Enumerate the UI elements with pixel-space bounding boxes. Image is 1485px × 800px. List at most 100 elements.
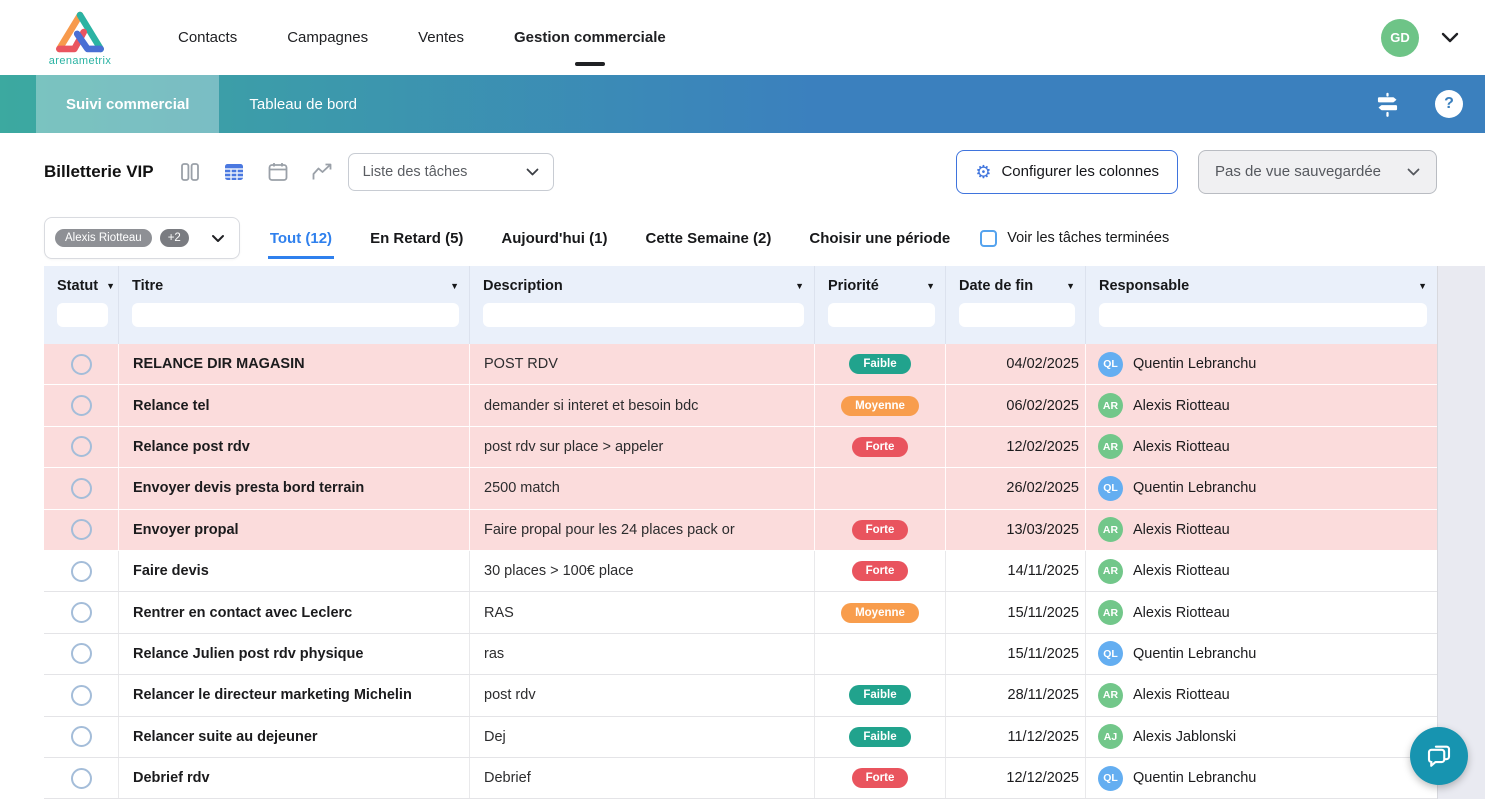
column-filter-responsable[interactable]: [1099, 303, 1427, 327]
column-filter-date-de-fin[interactable]: [959, 303, 1075, 327]
owner-name: Alexis Riotteau: [1133, 605, 1230, 621]
show-completed-toggle[interactable]: Voir les tâches terminées: [980, 230, 1169, 247]
filter-tab-cette-semaine[interactable]: Cette Semaine (2): [643, 222, 773, 259]
sort-caret-icon[interactable]: ▼: [1418, 281, 1427, 291]
saved-view-select[interactable]: Pas de vue sauvegardée: [1198, 150, 1437, 194]
column-label: Description: [483, 278, 563, 294]
task-description: Debrief: [484, 770, 531, 786]
chat-fab-button[interactable]: [1410, 727, 1468, 785]
task-status-radio[interactable]: [71, 478, 92, 499]
column-filter-statut[interactable]: [57, 303, 108, 327]
period-filter-tabs: Tout (12) En Retard (5) Aujourd'hui (1) …: [268, 217, 952, 259]
gear-icon: ⚙: [975, 163, 991, 181]
task-status-radio[interactable]: [71, 395, 92, 416]
filter-tab-aujourdhui[interactable]: Aujourd'hui (1): [499, 222, 609, 259]
table-row[interactable]: Relancer le directeur marketing Michelin…: [44, 675, 1437, 716]
right-gutter: [1437, 266, 1485, 799]
column-label: Responsable: [1099, 278, 1189, 294]
user-avatar[interactable]: GD: [1381, 19, 1419, 57]
nav-item-campagnes[interactable]: Campagnes: [287, 0, 368, 75]
module-sub-nav: Suivi commercial Tableau de bord ?: [0, 75, 1485, 133]
due-date: 13/03/2025: [1006, 522, 1079, 538]
column-filter-titre[interactable]: [132, 303, 459, 327]
nav-item-gestion-commerciale[interactable]: Gestion commerciale: [514, 0, 666, 75]
table-body: RELANCE DIR MAGASIN POST RDV Faible 04/0…: [44, 344, 1437, 799]
filter-tab-en-retard[interactable]: En Retard (5): [368, 222, 465, 259]
assignee-filter[interactable]: Alexis Riotteau +2: [44, 217, 240, 259]
task-status-radio[interactable]: [71, 354, 92, 375]
filter-tab-choisir-periode[interactable]: Choisir une période: [807, 222, 952, 259]
table-row[interactable]: Envoyer devis presta bord terrain 2500 m…: [44, 468, 1437, 509]
task-description: Faire propal pour les 24 places pack or: [484, 522, 735, 538]
assignee-chip[interactable]: Alexis Riotteau: [55, 229, 152, 247]
tab-tableau-de-bord[interactable]: Tableau de bord: [219, 75, 387, 133]
configure-columns-label: Configurer les colonnes: [1001, 163, 1159, 180]
sort-caret-icon[interactable]: ▼: [450, 281, 459, 291]
priority-badge: Forte: [852, 520, 909, 540]
sort-caret-icon[interactable]: ▼: [1066, 281, 1075, 291]
owner-avatar: AR: [1098, 393, 1123, 418]
help-icon[interactable]: ?: [1435, 90, 1463, 118]
task-status-radio[interactable]: [71, 726, 92, 747]
table-row[interactable]: Debrief rdv Debrief Forte 12/12/2025 QL …: [44, 758, 1437, 799]
task-status-radio[interactable]: [71, 436, 92, 457]
owner-avatar: AR: [1098, 434, 1123, 459]
filter-row: Alexis Riotteau +2 Tout (12) En Retard (…: [0, 210, 1485, 266]
nav-item-contacts[interactable]: Contacts: [178, 0, 237, 75]
configure-columns-button[interactable]: ⚙ Configurer les colonnes: [956, 150, 1178, 194]
chart-view-icon[interactable]: [310, 160, 334, 184]
task-title: Envoyer propal: [133, 522, 239, 538]
filter-tab-tout[interactable]: Tout (12): [268, 222, 334, 259]
task-status-radio[interactable]: [71, 768, 92, 789]
column-header-date-de-fin: Date de fin ▼: [946, 266, 1086, 344]
top-bar: arenametrix Contacts Campagnes Ventes Ge…: [0, 0, 1485, 75]
task-title: Rentrer en contact avec Leclerc: [133, 605, 352, 621]
arenametrix-logo[interactable]: arenametrix: [44, 9, 116, 67]
task-title: RELANCE DIR MAGASIN: [133, 356, 305, 372]
chat-bubbles-icon: [1424, 741, 1454, 771]
task-status-radio[interactable]: [71, 602, 92, 623]
signpost-icon[interactable]: [1374, 91, 1401, 118]
owner-avatar: AR: [1098, 683, 1123, 708]
table-row[interactable]: Envoyer propal Faire propal pour les 24 …: [44, 510, 1437, 551]
table-row[interactable]: Relancer suite au dejeuner Dej Faible 11…: [44, 717, 1437, 758]
table-row[interactable]: Rentrer en contact avec Leclerc RAS Moye…: [44, 592, 1437, 633]
table-row[interactable]: Relance Julien post rdv physique ras 15/…: [44, 634, 1437, 675]
task-table-zone: Statut ▼ Titre ▼ Description ▼: [0, 266, 1485, 799]
tab-suivi-commercial[interactable]: Suivi commercial: [36, 75, 219, 133]
logo-triangle-icon: [49, 9, 111, 55]
table-row[interactable]: Faire devis 30 places > 100€ place Forte…: [44, 551, 1437, 592]
task-description: 2500 match: [484, 480, 560, 496]
task-status-radio[interactable]: [71, 685, 92, 706]
assignee-extra-chip[interactable]: +2: [160, 229, 189, 247]
owner-name: Alexis Riotteau: [1133, 522, 1230, 538]
task-view-select[interactable]: Liste des tâches: [348, 153, 554, 191]
priority-badge: Faible: [849, 354, 910, 374]
chevron-down-icon: [526, 168, 539, 176]
owner-avatar: AR: [1098, 559, 1123, 584]
task-status-radio[interactable]: [71, 519, 92, 540]
table-row[interactable]: Relance post rdv post rdv sur place > ap…: [44, 427, 1437, 468]
column-filter-priorite[interactable]: [828, 303, 935, 327]
column-header-titre: Titre ▼: [119, 266, 470, 344]
sort-caret-icon[interactable]: ▼: [106, 281, 115, 291]
column-header-description: Description ▼: [470, 266, 815, 344]
owner-name: Quentin Lebranchu: [1133, 480, 1256, 496]
table-row[interactable]: RELANCE DIR MAGASIN POST RDV Faible 04/0…: [44, 344, 1437, 385]
show-completed-checkbox[interactable]: [980, 230, 997, 247]
sort-caret-icon[interactable]: ▼: [795, 281, 804, 291]
task-title: Relance tel: [133, 398, 210, 414]
calendar-view-icon[interactable]: [266, 160, 290, 184]
table-row[interactable]: Relance tel demander si interet et besoi…: [44, 385, 1437, 426]
table-view-icon[interactable]: [222, 160, 246, 184]
sort-caret-icon[interactable]: ▼: [926, 281, 935, 291]
column-label: Priorité: [828, 278, 879, 294]
task-description: ras: [484, 646, 504, 662]
column-filter-description[interactable]: [483, 303, 804, 327]
task-status-radio[interactable]: [71, 561, 92, 582]
kanban-view-icon[interactable]: [178, 160, 202, 184]
task-status-radio[interactable]: [71, 643, 92, 664]
nav-item-ventes[interactable]: Ventes: [418, 0, 464, 75]
user-menu-chevron-icon[interactable]: [1441, 32, 1459, 43]
owner-name: Alexis Riotteau: [1133, 687, 1230, 703]
